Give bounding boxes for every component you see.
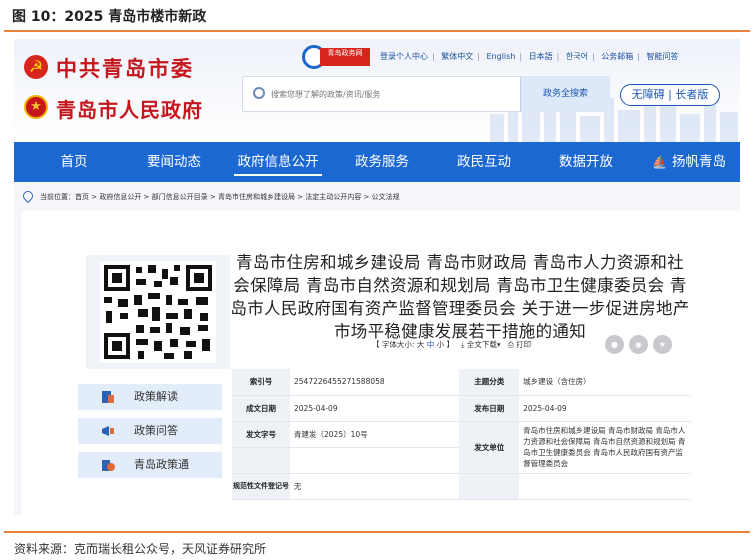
content-panel: 政策解读 政策问答 青岛政策通 青岛市住房和城乡建设局 青岛市财政局 青岛市人力… [22,211,740,515]
sidebar-item-policy-qa[interactable]: 政策问答 [78,418,222,444]
party-emblem-icon: ☭ [24,55,48,79]
index-value: 2547226455271588058 [290,369,460,396]
megaphone-icon [102,426,114,436]
docno-label: 发文字号 [232,421,290,448]
nav-item-news[interactable]: 要闻动态 [142,142,206,182]
policy-service-icon [102,460,115,471]
traditional-chinese-link[interactable]: 繁体中文 [441,52,473,61]
topic-label: 主题分类 [459,369,520,396]
nav-item-qingdao-label: 扬帆青岛 [671,154,726,170]
search-box: 政务全搜索 [242,76,610,112]
full-search-button[interactable]: 政务全搜索 [520,76,610,112]
policy-document-icon [102,391,114,403]
breadcrumb: 当前位置：首页 > 政府信息公开 > 部门信息公开目录 > 青岛市住房和城乡建设… [14,185,740,209]
portal-logo-text: 青岛政务网 [320,48,370,66]
source-rule [4,531,750,533]
sidebar-item-policy-interpretation[interactable]: 政策解读 [78,384,222,410]
topic-value: 城乡建设（含住房） [519,369,691,396]
publish-label: 发布日期 [459,395,520,422]
date-label: 成文日期 [232,395,290,422]
nav-item-services[interactable]: 政务服务 [350,142,414,182]
document-title: 青岛市住房和城乡建设局 青岛市财政局 青岛市人力资源和社会保障局 青岛市自然资源… [230,253,690,341]
korean-link[interactable]: 한국어 [566,52,588,61]
registration-label: 规范性文件登记号 [232,473,290,500]
elderly-mode-link[interactable]: 长者版 [675,88,708,101]
download-icon: ⤓ [461,340,465,349]
table-row: 索引号 2547226455271588058 主题分类 城乡建设（含住房） [232,369,691,396]
portal-logo[interactable]: 青岛政务网 [302,45,372,69]
national-emblem-icon: ★ [24,95,48,119]
publish-value: 2025-04-09 [519,395,691,422]
breadcrumb-text: 当前位置：首页 > 政府信息公开 > 部门信息公开目录 > 青岛市住房和城乡建设… [40,193,400,201]
wechat-share-icon[interactable]: ● [605,335,624,354]
site-header: ☭ 中共青岛市委 ★ 青岛市人民政府 青岛政务网 登录个人中心 | 繁体中文 | E… [14,39,740,142]
document-tools: 【 字体大小: 大 中 小 】 ⤓ 全文下载▾ ⎙ 打印 [372,338,531,352]
document-info-table: 索引号 2547226455271588058 主题分类 城乡建设（含住房） 成… [232,369,691,500]
qr-code [86,255,230,369]
download-button[interactable]: 全文下载 [467,340,497,349]
chevron-down-icon: ▾ [496,340,501,349]
english-link[interactable]: English [487,52,516,61]
sidebar-item-label: 政策解读 [134,390,178,403]
table-row: 成文日期 2025-04-09 发布日期 2025-04-09 [232,395,691,422]
search-input[interactable] [271,86,521,102]
main-nav: 首页 要闻动态 政府信息公开 政务服务 政民互动 数据开放 ⛵ 扬帆青岛 [14,142,740,182]
unit-value: 青岛市住房和城乡建设局 青岛市财政局 青岛市人力资源和社会保障局 青岛市自然资源… [519,421,691,474]
date-value: 2025-04-09 [290,395,460,422]
font-small-button[interactable]: 小 】 [437,340,454,349]
official-email-link[interactable]: 公务邮箱 [601,52,633,61]
figure-caption: 图 10：2025 青岛市楼市新政 [12,9,207,25]
weibo-share-icon[interactable]: ◉ [629,335,648,354]
caption-rule [4,30,750,32]
login-link[interactable]: 登录个人中心 [380,52,428,61]
nav-item-home[interactable]: 首页 [54,142,94,182]
party-committee-name: 中共青岛市委 [56,56,194,81]
sail-icon: ⛵ [652,155,667,169]
print-button[interactable]: 打印 [516,340,531,349]
smart-qa-link[interactable]: 智能问答 [646,52,678,61]
print-icon: ⎙ [507,340,514,349]
font-size-label: 【 字体大小: [372,340,415,349]
qr-code-icon [100,261,216,363]
unit-label: 发文单位 [459,421,520,474]
sidebar-item-label: 青岛政策通 [134,458,189,471]
registration-value: 无 [290,473,460,500]
sidebar-item-label: 政策问答 [134,424,178,437]
location-pin-icon [20,188,36,204]
nav-item-gov-info[interactable]: 政府信息公开 [234,142,322,182]
top-links-bar: 登录个人中心 | 繁体中文 | English | 日本語 | 한국어 | 公务邮箱 | 智… [380,52,679,61]
japanese-link[interactable]: 日本語 [529,52,553,61]
accessibility-toggle[interactable]: 无障碍 | 长者版 [620,84,720,106]
search-icon [253,87,265,99]
government-name: 青岛市人民政府 [56,98,203,122]
sidebar-item-policy-service[interactable]: 青岛政策通 [78,452,222,478]
index-label: 索引号 [232,369,290,396]
favorite-star-icon[interactable]: ★ [653,335,672,354]
nav-item-open-data[interactable]: 数据开放 [554,142,618,182]
table-row: 规范性文件登记号 无 [232,473,691,500]
nav-item-interaction[interactable]: 政民互动 [452,142,516,182]
nav-item-qingdao[interactable]: ⛵ 扬帆青岛 [646,142,732,182]
font-large-button[interactable]: 大 [417,340,425,349]
docno-value: 青建发〔2025〕10号 [290,421,460,448]
table-row: 发文字号 青建发〔2025〕10号 发文单位 青岛市住房和城乡建设局 青岛市财政… [232,421,691,474]
screenshot-frame: ☭ 中共青岛市委 ★ 青岛市人民政府 青岛政务网 登录个人中心 | 繁体中文 | E… [14,39,740,515]
accessibility-mode-link[interactable]: 无障碍 [632,88,665,101]
figure-source: 资料来源：克而瑞长租公众号，天风证券研究所 [14,542,267,556]
font-medium-button[interactable]: 中 [427,340,435,349]
